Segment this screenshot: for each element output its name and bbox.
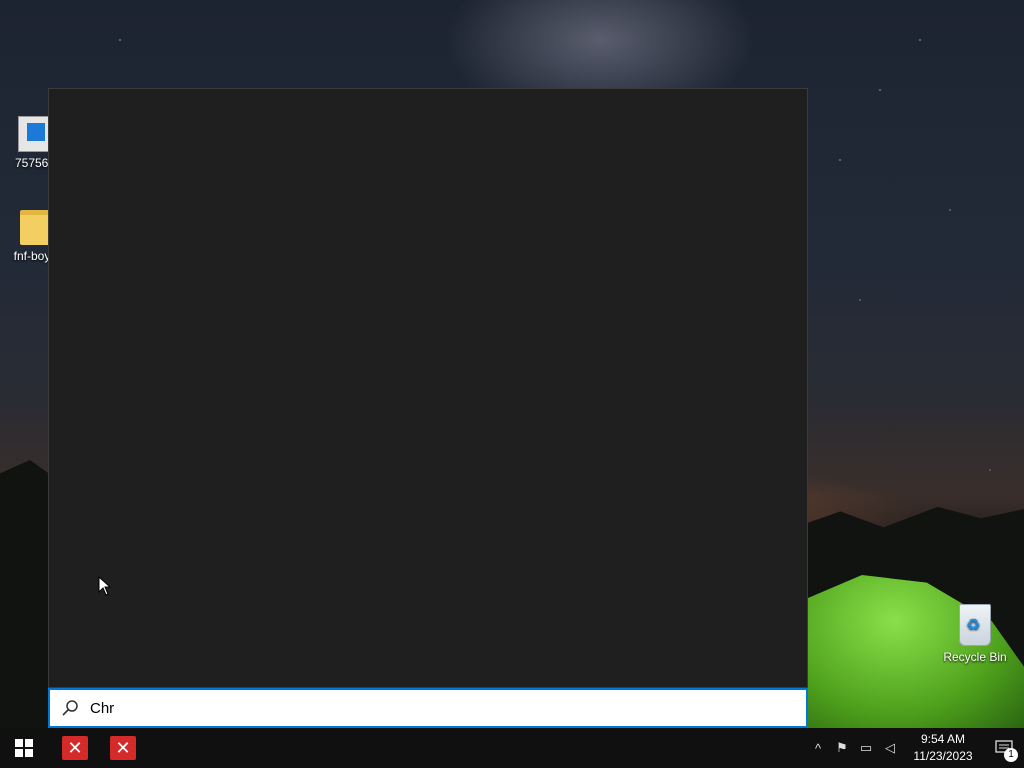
- taskbar: ✕ ✕ ^ ⚑ ▭ ◁ 9:54 AM 11/23/2023 1: [0, 728, 1024, 768]
- desktop-icon-label: Recycle Bin: [943, 650, 1007, 664]
- recycle-bin-icon: ♻: [959, 604, 991, 646]
- shortcut-icon: [18, 116, 50, 152]
- taskbar-app-2[interactable]: ✕: [99, 728, 147, 768]
- clock-date: 11/23/2023: [913, 749, 973, 763]
- taskbar-app-1[interactable]: ✕: [51, 728, 99, 768]
- mouse-pointer-icon: [98, 575, 112, 596]
- search-results-panel: [48, 88, 808, 688]
- clock[interactable]: 9:54 AM 11/23/2023: [908, 731, 978, 765]
- red-app-icon: ✕: [62, 736, 88, 760]
- volume-muted-icon[interactable]: ◁: [878, 728, 902, 768]
- search-icon: [60, 698, 80, 718]
- chevron-up-icon[interactable]: ^: [806, 728, 830, 768]
- start-button[interactable]: [0, 728, 48, 768]
- clock-time: 9:54 AM: [920, 732, 966, 746]
- system-tray: ^ ⚑ ▭ ◁ 9:54 AM 11/23/2023 1: [806, 728, 1024, 768]
- security-icon[interactable]: ⚑: [830, 728, 854, 768]
- desktop-icon-recycle-bin[interactable]: ♻ Recycle Bin: [940, 604, 1010, 664]
- action-center-button[interactable]: 1: [984, 728, 1024, 768]
- red-app-icon: ✕: [110, 736, 136, 760]
- search-bar[interactable]: [48, 688, 808, 728]
- windows-logo-icon: [15, 739, 33, 757]
- network-icon[interactable]: ▭: [854, 728, 878, 768]
- search-input[interactable]: [88, 698, 772, 718]
- notification-badge: 1: [1004, 748, 1018, 762]
